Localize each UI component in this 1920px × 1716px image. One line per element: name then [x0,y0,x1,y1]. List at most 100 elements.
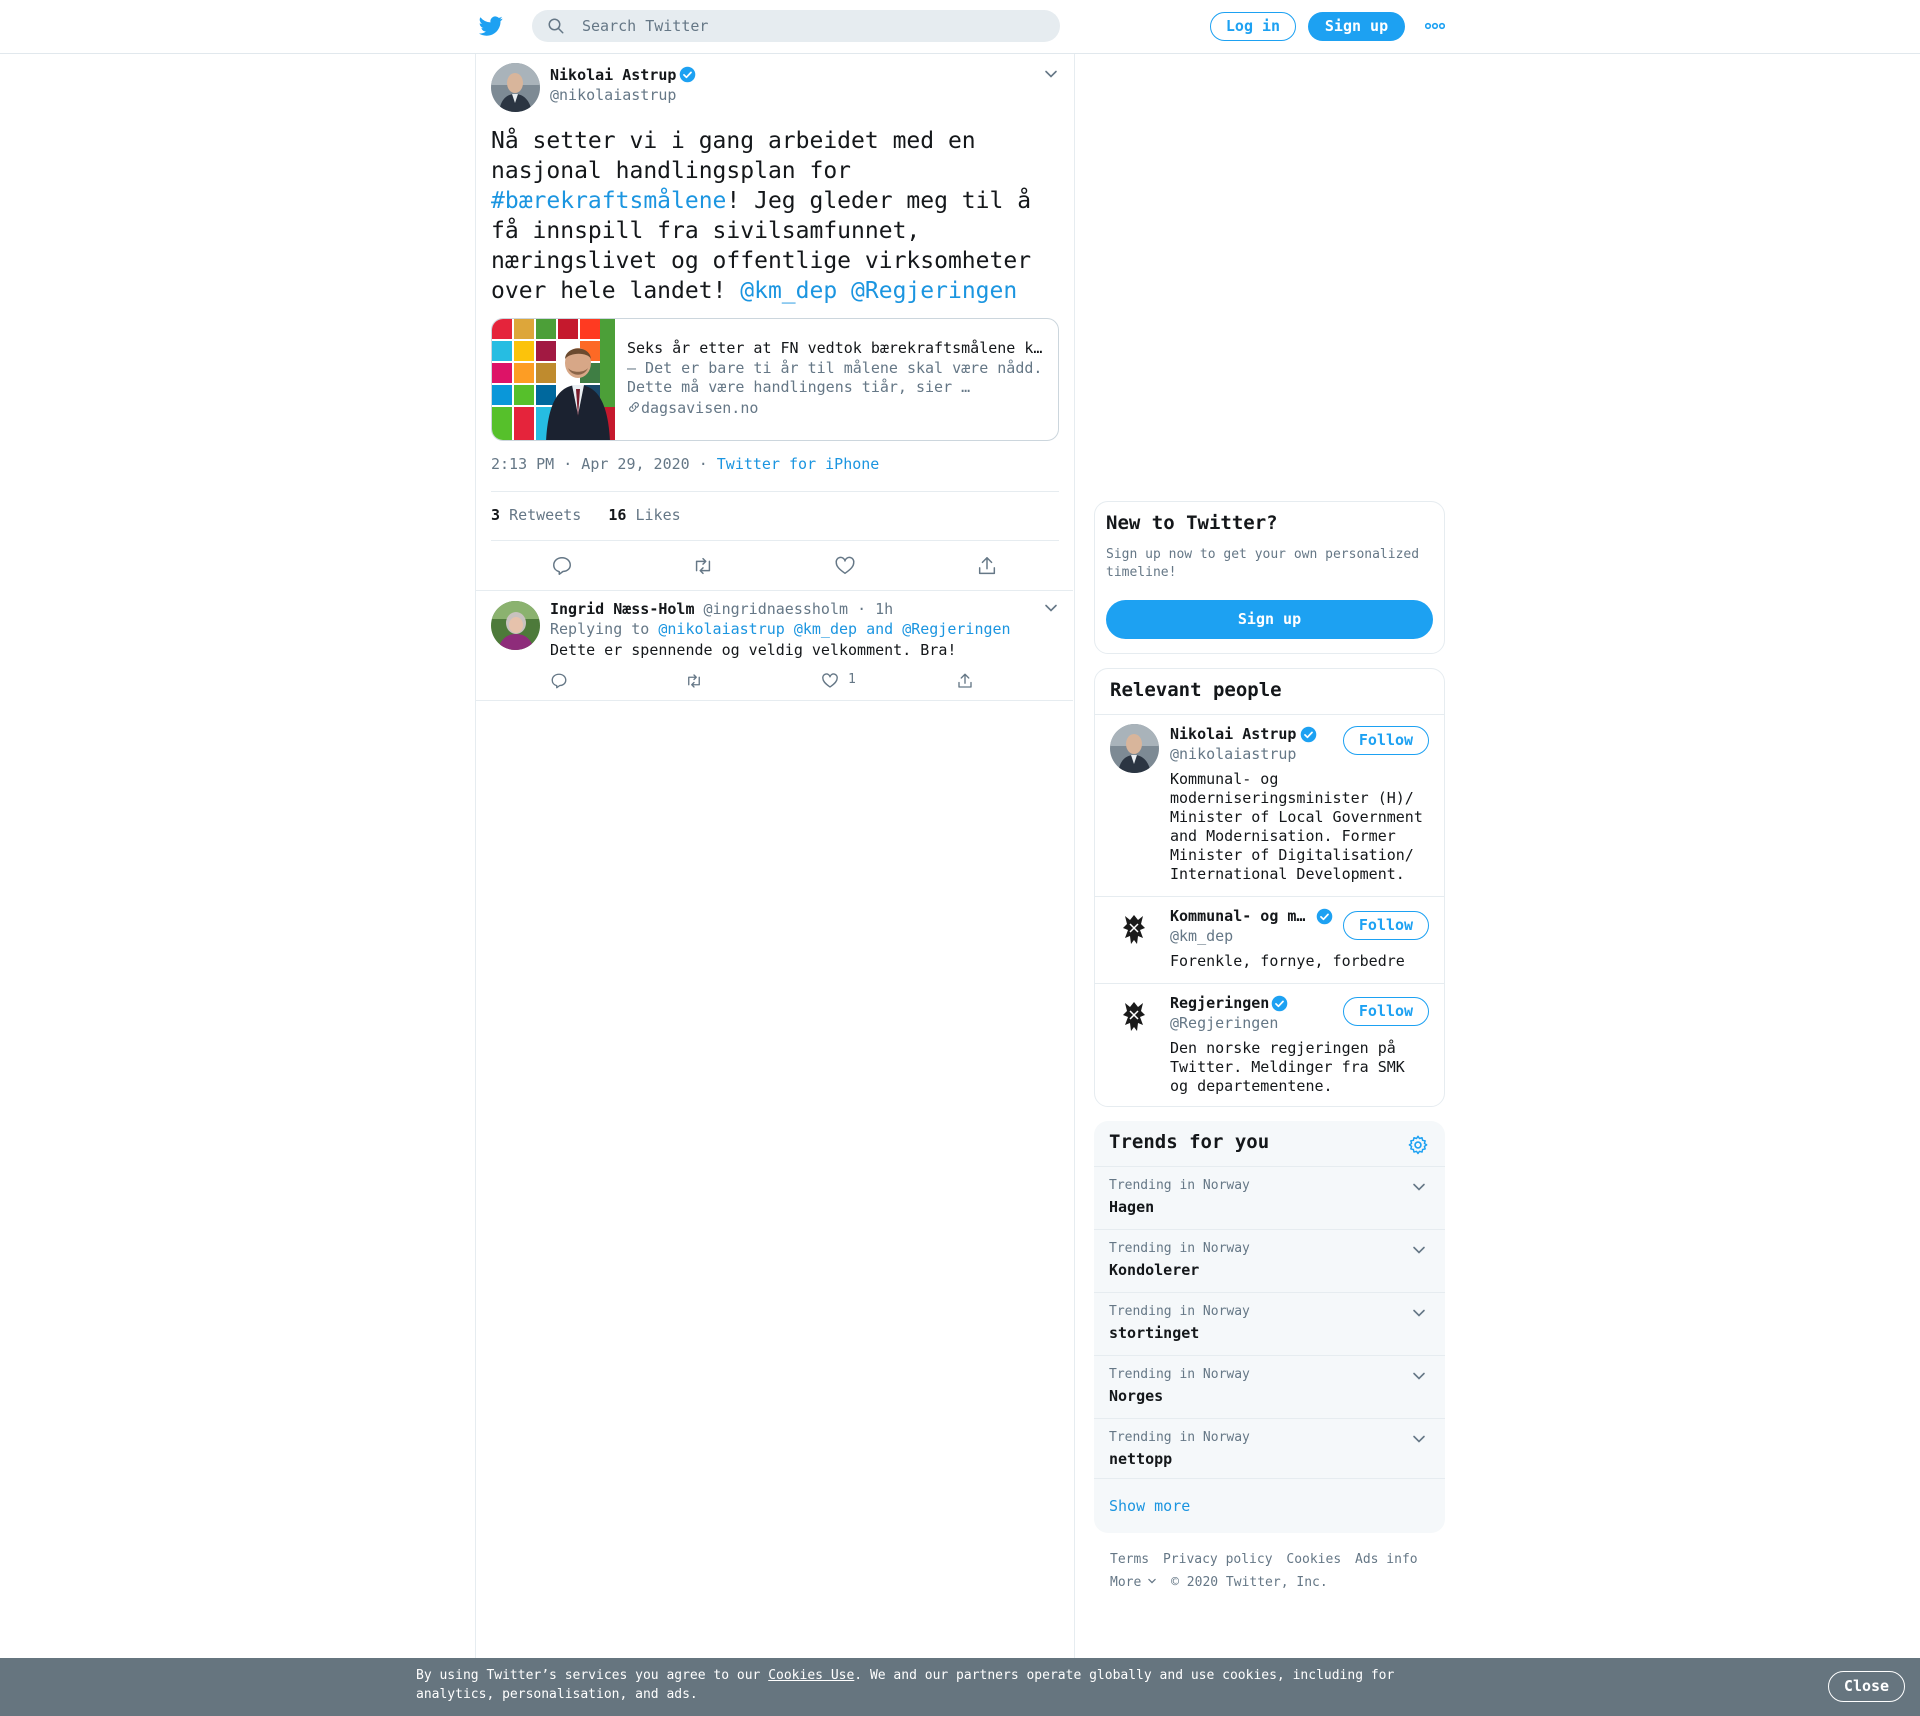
sidebar-signup-button[interactable]: Sign up [1106,600,1433,639]
likes-label: Likes [635,506,681,524]
reply-author-handle[interactable]: @ingridnaessholm [704,600,849,618]
chevron-down-icon[interactable] [1411,1431,1427,1447]
person-name[interactable]: Kommunal- og m… [1170,907,1305,925]
person-avatar[interactable] [1110,993,1159,1042]
verified-badge-icon [1271,995,1288,1012]
trend-name: nettopp [1109,1450,1173,1468]
person-handle[interactable]: @nikolaiastrup [1170,745,1296,763]
reply-author-name[interactable]: Ingrid Næss-Holm [550,600,695,618]
divider [491,540,1059,541]
person-row[interactable]: Kommunal- og m… @km_dep Follow Forenkle,… [1095,897,1444,982]
tweet-time[interactable]: 2:13 PM · Apr 29, 2020 [491,455,690,473]
likes-count: 16 [608,506,627,524]
chevron-down-icon[interactable] [1043,66,1059,82]
footer-privacy-link[interactable]: Privacy policy [1163,1552,1273,1567]
footer-ads-link[interactable]: Ads info [1355,1552,1418,1567]
trend-context: Trending in Norway [1109,1178,1250,1193]
retweets-label: Retweets [509,506,582,524]
footer-more-button[interactable]: More [1110,1575,1157,1590]
cookie-close-button[interactable]: Close [1828,1671,1905,1702]
footer-more-label: More [1110,1575,1142,1590]
mention-link[interactable]: @Regjeringen [851,278,1017,304]
retweets-stat[interactable]: 3 Retweets [491,506,581,524]
search-input[interactable] [582,10,1042,42]
share-icon[interactable] [956,672,974,690]
share-icon[interactable] [976,555,998,577]
cookie-text-part: By using Twitter’s services you agree to… [416,1668,769,1683]
gear-icon[interactable] [1407,1134,1429,1156]
person-name[interactable]: Nikolai Astrup [1170,725,1296,743]
trend-item[interactable]: Trending in Norway Kondolerer [1094,1229,1445,1293]
reply-icon[interactable] [550,672,568,690]
person-handle[interactable]: @km_dep [1170,927,1233,945]
trend-name: stortinget [1109,1324,1200,1342]
heart-icon[interactable] [834,555,856,577]
trend-item[interactable]: Trending in Norway Norges [1094,1355,1445,1419]
retweet-icon[interactable] [685,672,703,690]
show-more-label: Show more [1109,1497,1191,1515]
mention-link[interactable]: @km_dep [740,278,837,304]
follow-button[interactable]: Follow [1343,911,1429,940]
link-card[interactable]: Seks år etter at FN vedtok bærekraftsmål… [491,318,1059,441]
chevron-down-icon[interactable] [1043,600,1059,616]
cookie-consent-bar: By using Twitter’s services you agree to… [0,1658,1920,1716]
follow-button[interactable]: Follow [1343,726,1429,755]
person-row[interactable]: Nikolai Astrup @nikolaiastrup Follow Kom… [1095,715,1444,895]
person-avatar[interactable] [1110,906,1159,955]
relevant-people-panel: Relevant people Nikolai Astrup @nikolaia… [1094,668,1445,1107]
divider [476,700,1073,701]
more-dots-icon[interactable] [1425,20,1445,32]
author-name[interactable]: Nikolai Astrup [550,66,676,84]
author-handle[interactable]: @nikolaiastrup [550,86,676,104]
replying-prefix: Replying to [550,620,650,638]
panel-title: New to Twitter? [1106,512,1278,534]
trend-name: Hagen [1109,1198,1155,1216]
twitter-bird-icon[interactable] [478,14,504,38]
footer-terms-link[interactable]: Terms [1110,1552,1149,1567]
chevron-down-icon[interactable] [1411,1242,1427,1258]
trend-item[interactable]: Trending in Norway Hagen [1094,1166,1445,1230]
show-more-link[interactable]: Show more [1094,1478,1445,1533]
hashtag-link[interactable]: #bærekraftsmålene [491,188,726,214]
person-name[interactable]: Regjeringen [1170,994,1269,1012]
footer: Terms Privacy policy Cookies Ads info Mo… [1110,1548,1440,1594]
retweets-count: 3 [491,506,501,524]
reply-icon[interactable] [551,555,573,577]
trend-item[interactable]: Trending in Norway stortinget [1094,1292,1445,1356]
cookies-use-link[interactable]: Cookies Use [768,1668,854,1683]
search-box[interactable] [532,10,1060,42]
reply-author-avatar[interactable] [491,601,540,650]
chevron-down-icon[interactable] [1411,1179,1427,1195]
login-button[interactable]: Log in [1210,12,1296,41]
person-handle[interactable]: @Regjeringen [1170,1014,1278,1032]
likes-stat[interactable]: 16 Likes [608,506,680,524]
footer-cookies-link[interactable]: Cookies [1286,1552,1341,1567]
chevron-down-icon[interactable] [1411,1368,1427,1384]
follow-button[interactable]: Follow [1343,997,1429,1026]
person-avatar[interactable] [1110,724,1159,773]
person-row[interactable]: Regjeringen @Regjeringen Follow Den nors… [1095,984,1444,1104]
person-bio: Kommunal- og moderniseringsminister (H)/… [1170,770,1423,883]
verified-badge-icon [1300,726,1317,743]
retweet-icon[interactable] [692,555,714,577]
signup-button[interactable]: Sign up [1308,12,1405,41]
author-avatar[interactable] [491,63,540,112]
replying-to-mentions[interactable]: @nikolaiastrup @km_dep and @Regjeringen [658,620,1010,638]
trend-item[interactable]: Trending in Norway nettopp [1094,1418,1445,1482]
replying-to: Replying to @nikolaiastrup @km_dep and @… [550,620,1011,638]
reply-time[interactable]: · 1h [857,600,893,618]
top-bar: Log in Sign up [0,0,1920,54]
panel-title: Relevant people [1110,679,1282,701]
chevron-down-icon[interactable] [1411,1305,1427,1321]
reply-text: Dette er spennende og veldig velkomment.… [550,641,957,659]
tweet-source[interactable]: Twitter for iPhone [717,455,880,473]
card-description: – Det er bare ti år til målene skal være… [627,359,1043,396]
divider [491,491,1059,492]
card-domain: dagsavisen.no [627,399,758,417]
reply-like-count: 1 [848,672,856,687]
card-thumbnail [492,319,615,440]
trend-context: Trending in Norway [1109,1304,1250,1319]
trend-context: Trending in Norway [1109,1367,1250,1382]
heart-icon[interactable] [821,672,839,690]
panel-title: Trends for you [1109,1131,1270,1153]
